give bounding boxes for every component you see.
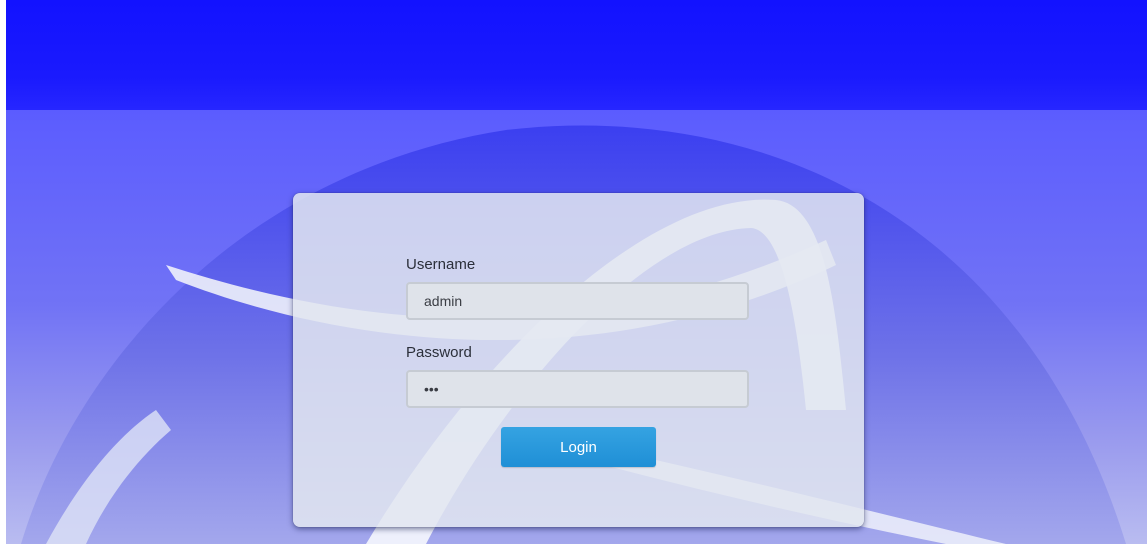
password-label: Password [406,344,472,361]
login-button[interactable]: Login [501,427,656,467]
header-band [6,0,1147,110]
password-input[interactable] [406,370,749,408]
login-card: Username Password Login [293,193,864,527]
username-label: Username [406,256,476,273]
username-input[interactable] [406,282,749,320]
login-page: Username Password Login [0,0,1147,544]
